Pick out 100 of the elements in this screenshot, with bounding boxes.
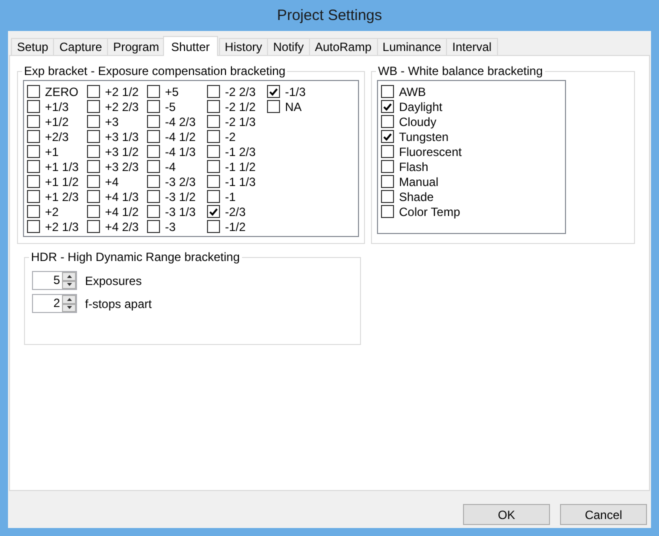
checkbox[interactable] bbox=[381, 175, 394, 188]
checkbox[interactable] bbox=[381, 205, 394, 218]
tab[interactable]: Shutter bbox=[163, 36, 218, 56]
checkbox[interactable] bbox=[87, 130, 100, 143]
checkbox[interactable] bbox=[147, 145, 160, 158]
checkbox-label: +1/3 bbox=[45, 100, 69, 114]
checkbox[interactable] bbox=[207, 205, 220, 218]
checkbox[interactable] bbox=[381, 145, 394, 158]
checkbox-label: -4 1/3 bbox=[165, 144, 196, 158]
checkbox-label: -1/2 bbox=[225, 220, 246, 234]
checkbox[interactable] bbox=[87, 100, 100, 113]
checkbox-label: ZERO bbox=[45, 84, 78, 98]
checkbox-label: +4 1/2 bbox=[105, 204, 139, 218]
checkmark-icon bbox=[383, 132, 392, 140]
checkbox[interactable] bbox=[147, 205, 160, 218]
checkbox-label: NA bbox=[285, 100, 302, 114]
checkbox[interactable] bbox=[147, 175, 160, 188]
checkbox[interactable] bbox=[207, 85, 220, 98]
checkbox[interactable] bbox=[27, 190, 40, 203]
group-title: WB - White balance bracketing bbox=[377, 64, 544, 78]
group-title: Exp bracket - Exposure compensation bracketing bbox=[23, 64, 286, 78]
checkbox[interactable] bbox=[27, 175, 40, 188]
tab[interactable]: Setup bbox=[11, 38, 54, 55]
tab[interactable]: History bbox=[218, 38, 268, 55]
checkmark-icon bbox=[209, 208, 218, 216]
checkbox[interactable] bbox=[27, 145, 40, 158]
checkbox-label: +2 1/2 bbox=[105, 84, 139, 98]
checkbox[interactable] bbox=[267, 85, 280, 98]
checkbox[interactable] bbox=[381, 130, 394, 143]
checkbox-label: Cloudy bbox=[399, 114, 436, 128]
checkbox[interactable] bbox=[207, 220, 220, 233]
checkbox-label: +2/3 bbox=[45, 130, 69, 144]
checkbox-label: -3 2/3 bbox=[165, 174, 196, 188]
checkbox[interactable] bbox=[87, 115, 100, 128]
checkbox[interactable] bbox=[27, 130, 40, 143]
checkbox-label: -2 1/2 bbox=[225, 100, 256, 114]
checkbox[interactable] bbox=[207, 115, 220, 128]
checkbox[interactable] bbox=[381, 115, 394, 128]
checkbox-label: +2 2/3 bbox=[105, 100, 139, 114]
checkbox-label: Tungsten bbox=[399, 130, 449, 144]
checkbox[interactable] bbox=[207, 175, 220, 188]
checkbox[interactable] bbox=[87, 190, 100, 203]
checkbox-label: +1 1/2 bbox=[45, 174, 79, 188]
checkbox-label: Flash bbox=[399, 160, 428, 174]
field-label: f-stops apart bbox=[85, 296, 152, 310]
checkbox-label: -4 1/2 bbox=[165, 130, 196, 144]
checkbox-label: +3 1/3 bbox=[105, 130, 139, 144]
checkbox[interactable] bbox=[147, 220, 160, 233]
checkbox[interactable] bbox=[87, 220, 100, 233]
checkbox[interactable] bbox=[27, 220, 40, 233]
checkbox[interactable] bbox=[27, 160, 40, 173]
checkbox[interactable] bbox=[381, 85, 394, 98]
checkbox[interactable] bbox=[207, 160, 220, 173]
dialog-button[interactable]: OK bbox=[463, 504, 550, 525]
checkbox-label: -3 1/3 bbox=[165, 204, 196, 218]
checkbox[interactable] bbox=[381, 100, 394, 113]
checkbox-label: -5 bbox=[165, 100, 176, 114]
checkbox[interactable] bbox=[147, 100, 160, 113]
field-label: Exposures bbox=[85, 274, 142, 288]
checkbox[interactable] bbox=[87, 175, 100, 188]
checkbox[interactable] bbox=[207, 100, 220, 113]
checkbox[interactable] bbox=[87, 85, 100, 98]
checkbox[interactable] bbox=[87, 145, 100, 158]
checkbox[interactable] bbox=[27, 100, 40, 113]
checkbox[interactable] bbox=[147, 190, 160, 203]
checkbox[interactable] bbox=[87, 205, 100, 218]
checkbox[interactable] bbox=[27, 205, 40, 218]
checkbox-label: AWB bbox=[399, 84, 426, 98]
checkbox-label: +3 2/3 bbox=[105, 160, 139, 174]
checkbox[interactable] bbox=[267, 100, 280, 113]
checkbox-label: Fluorescent bbox=[399, 144, 462, 158]
tab[interactable]: Notify bbox=[267, 38, 310, 55]
checkbox-label: -1 1/2 bbox=[225, 160, 256, 174]
tab[interactable]: Capture bbox=[53, 38, 108, 55]
checkbox[interactable] bbox=[207, 145, 220, 158]
checkbox-label: -4 2/3 bbox=[165, 114, 196, 128]
checkbox-label: +1 2/3 bbox=[45, 190, 79, 204]
tab[interactable]: Interval bbox=[446, 38, 498, 55]
checkbox-label: -1/3 bbox=[285, 84, 306, 98]
checkbox-label: -1 1/3 bbox=[225, 174, 256, 188]
checkbox-label: -2 1/3 bbox=[225, 114, 256, 128]
checkbox-label: +5 bbox=[165, 84, 179, 98]
checkbox-label: -1 2/3 bbox=[225, 144, 256, 158]
checkbox-label: -2/3 bbox=[225, 204, 246, 218]
checkbox[interactable] bbox=[381, 190, 394, 203]
checkbox[interactable] bbox=[207, 130, 220, 143]
checkbox-label: -4 bbox=[165, 160, 176, 174]
dialog-button[interactable]: Cancel bbox=[560, 504, 647, 525]
checkbox[interactable] bbox=[147, 115, 160, 128]
checkbox[interactable] bbox=[27, 85, 40, 98]
checkbox[interactable] bbox=[381, 160, 394, 173]
checkbox[interactable] bbox=[147, 85, 160, 98]
checkbox[interactable] bbox=[147, 130, 160, 143]
checkbox[interactable] bbox=[27, 115, 40, 128]
checkbox[interactable] bbox=[87, 160, 100, 173]
checkbox-label: +4 1/3 bbox=[105, 190, 139, 204]
checkbox[interactable] bbox=[207, 190, 220, 203]
tab[interactable]: AutoRamp bbox=[308, 38, 378, 55]
checkbox[interactable] bbox=[147, 160, 160, 173]
tab[interactable]: Program bbox=[107, 38, 166, 55]
